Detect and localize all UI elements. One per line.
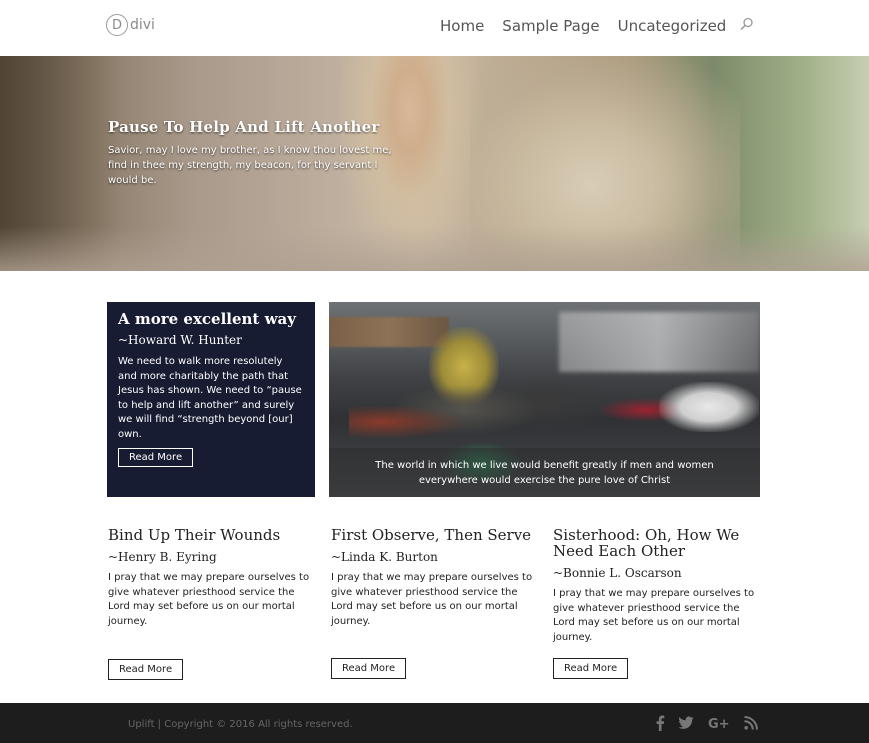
article-column: Sisterhood: Oh, How We Need Each Other ~… (553, 527, 758, 645)
read-more-button-1[interactable]: Read More (108, 659, 184, 680)
logo-text: divi (130, 17, 155, 33)
feature-quote-card: A more excellent way ~Howard W. Hunter W… (107, 302, 315, 497)
article-author: ~Bonnie L. Oscarson (553, 566, 682, 580)
read-more-button-3[interactable]: Read More (553, 658, 629, 679)
svg-text:G+: G+ (708, 717, 730, 730)
hero-image-ground (0, 226, 869, 271)
feature-text: We need to walk more resolutely and more… (118, 356, 302, 440)
hero-banner: Pause To Help And Lift Another Savior, m… (0, 56, 869, 271)
article-text: I pray that we may prepare ourselves to … (331, 572, 533, 627)
main-nav: Home Sample Page Uncategorized (440, 17, 758, 35)
article-title: First Observe, Then Serve (331, 526, 532, 544)
article-text: I pray that we may prepare ourselves to … (553, 588, 755, 643)
logo-mark-icon: D (106, 14, 128, 36)
article-author: ~Henry B. Eyring (108, 550, 217, 564)
feature-read-more-button[interactable]: Read More (118, 448, 194, 467)
hero-title: Pause To Help And Lift Another (108, 118, 380, 136)
footer-copyright: Uplift | Copyright © 2016 All rights res… (128, 719, 353, 730)
rss-icon[interactable] (742, 714, 760, 732)
article-text: I pray that we may prepare ourselves to … (108, 572, 310, 627)
hero-text: Savior, may I love my brother, as I know… (108, 145, 392, 186)
twitter-icon[interactable] (677, 714, 695, 732)
article-title: Bind Up Their Wounds (108, 526, 281, 544)
site-logo[interactable]: D divi (106, 14, 155, 36)
feature-author: ~Howard W. Hunter (118, 333, 242, 347)
feature-title: A more excellent way (118, 310, 296, 328)
photo-caption: The world in which we live would benefit… (375, 460, 714, 486)
site-header: D divi Home Sample Page Uncategorized (0, 0, 869, 56)
photo-bags-detail (659, 382, 759, 432)
site-footer: Uplift | Copyright © 2016 All rights res… (0, 703, 869, 743)
search-icon[interactable] (740, 17, 758, 35)
article-author: ~Linda K. Burton (331, 550, 438, 564)
read-more-button-2[interactable]: Read More (331, 658, 407, 679)
article-column: First Observe, Then Serve ~Linda K. Burt… (331, 527, 536, 629)
food-drive-photo: The world in which we live would benefit… (329, 302, 760, 497)
article-title: Sisterhood: Oh, How We Need Each Other (553, 526, 740, 560)
facebook-icon[interactable] (651, 714, 669, 732)
nav-item-uncategorized[interactable]: Uncategorized (618, 17, 727, 35)
google-plus-icon[interactable]: G+ (707, 714, 733, 732)
nav-item-home[interactable]: Home (440, 17, 484, 35)
article-column: Bind Up Their Wounds ~Henry B. Eyring I … (108, 527, 313, 629)
nav-item-sample-page[interactable]: Sample Page (502, 17, 599, 35)
